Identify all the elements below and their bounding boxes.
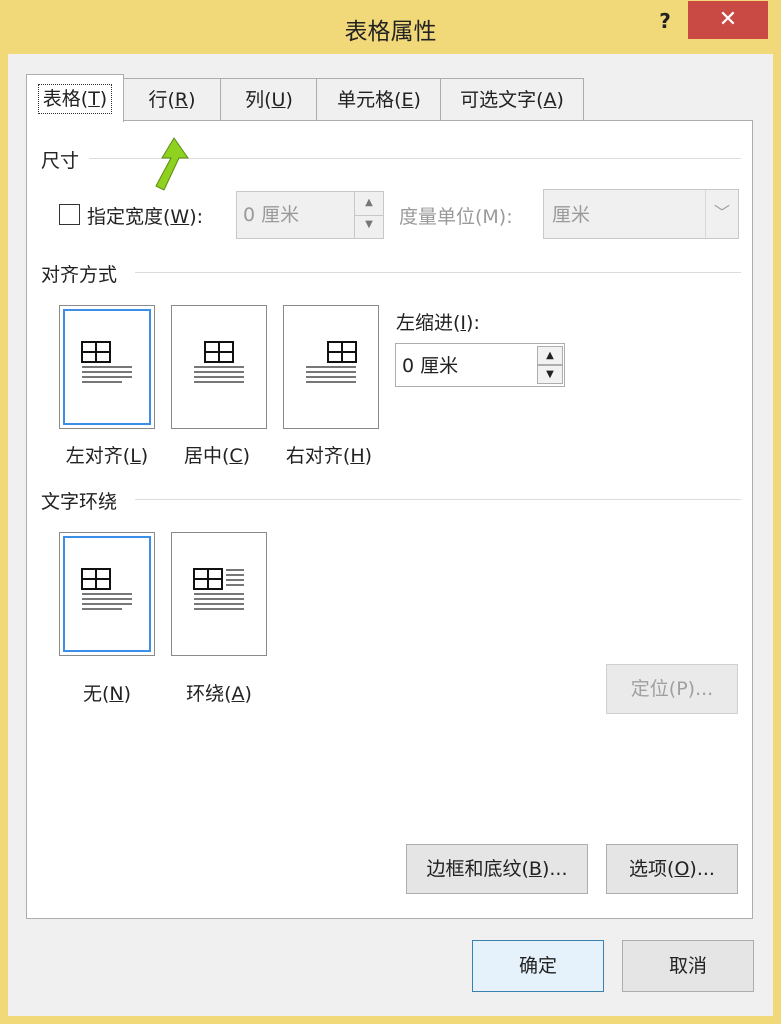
- align-left-label: 左对齐(L): [57, 441, 157, 468]
- align-right-label: 右对齐(H): [279, 441, 379, 468]
- borders-shading-tail: )...: [541, 858, 568, 880]
- tab-column[interactable]: 列(U): [220, 78, 318, 121]
- indent-spin-buttons: ▲ ▼: [536, 344, 564, 386]
- options-label: 选项(: [629, 858, 675, 880]
- preferred-width-label[interactable]: 指定宽度(W):: [87, 202, 203, 229]
- ok-button[interactable]: 确定: [472, 940, 604, 992]
- wrap-none-label-key: N: [109, 683, 124, 705]
- wrap-none-label-text: 无(: [82, 683, 110, 705]
- wrap-around-label-key: A: [231, 683, 245, 705]
- align-left-icon: [81, 341, 132, 383]
- spin-up-icon[interactable]: ▲: [355, 192, 383, 216]
- spin-down-icon[interactable]: ▼: [537, 365, 563, 384]
- align-right-icon: [306, 341, 357, 383]
- wrap-around-icon: [193, 568, 244, 610]
- align-center-label-text: 居中(: [183, 445, 230, 467]
- align-center-label: 居中(C): [167, 441, 267, 468]
- chevron-down-icon[interactable]: ﹀: [705, 190, 738, 238]
- spin-down-icon[interactable]: ▼: [355, 215, 383, 238]
- dialog-window: 表格属性 ? ✕ 表格(T) 行(R) 列(U) 单元格(E) 可选文字(A): [0, 0, 781, 1024]
- tab-table-label: 表格(: [42, 88, 89, 110]
- preferred-width-spinner[interactable]: 0 厘米 ▲ ▼: [236, 191, 384, 239]
- tab-cell[interactable]: 单元格(E): [316, 78, 442, 121]
- align-center-label-tail: ): [242, 445, 251, 467]
- align-left-label-text: 左对齐(: [65, 445, 131, 467]
- borders-shading-label: 边框和底纹(: [426, 858, 529, 880]
- wrap-none-label-tail: ): [123, 683, 132, 705]
- wrapping-divider: [135, 499, 741, 500]
- align-left-option[interactable]: [59, 305, 155, 429]
- measure-in-value: 厘米: [552, 204, 591, 226]
- tab-row-key: R: [174, 89, 189, 111]
- alignment-group-label: 对齐方式: [41, 260, 126, 287]
- align-left-label-tail: ): [140, 445, 149, 467]
- title-bar[interactable]: 表格属性 ? ✕: [0, 0, 781, 54]
- tab-cell-label: 单元格(: [337, 89, 402, 111]
- tab-cell-key: E: [401, 89, 414, 111]
- align-right-label-text: 右对齐(: [285, 445, 351, 467]
- preferred-width-checkbox[interactable]: [59, 204, 80, 225]
- size-group-label: 尺寸: [41, 146, 88, 173]
- align-left-label-key: L: [130, 445, 141, 467]
- wrap-around-option[interactable]: [171, 532, 267, 656]
- cancel-button[interactable]: 取消: [622, 940, 754, 992]
- alignment-divider: [135, 272, 741, 273]
- help-button[interactable]: ?: [650, 6, 680, 36]
- tab-table-key: T: [88, 88, 100, 110]
- measure-in-combo[interactable]: 厘米 ﹀: [543, 189, 739, 239]
- wrap-around-label: 环绕(A): [169, 679, 269, 706]
- green-up-arrow-icon: [155, 137, 189, 191]
- close-icon: ✕: [718, 7, 738, 32]
- align-right-label-tail: ): [364, 445, 373, 467]
- indent-from-left-label-text: 左缩进(: [396, 312, 461, 334]
- tab-column-key: U: [271, 89, 286, 111]
- align-right-option[interactable]: [283, 305, 379, 429]
- tab-cell-tail: ): [413, 89, 421, 111]
- preferred-width-label-text: 指定宽度(: [87, 206, 171, 228]
- preferred-width-value: 0 厘米: [243, 204, 300, 226]
- options-tail: )...: [689, 858, 715, 880]
- dialog-client: 表格(T) 行(R) 列(U) 单元格(E) 可选文字(A) 尺寸 指定宽度(W…: [8, 54, 773, 1016]
- indent-from-left-label-tail: ):: [466, 312, 480, 334]
- preferred-width-label-key: W: [170, 206, 190, 228]
- measure-in-label: 度量单位(M):: [399, 206, 513, 228]
- tab-row[interactable]: 行(R): [122, 78, 222, 121]
- tab-alt-text-tail: ): [556, 89, 564, 111]
- positioning-button[interactable]: 定位(P)...: [606, 664, 738, 714]
- wrap-around-label-text: 环绕(: [186, 683, 232, 705]
- tab-alt-text-label: 可选文字(: [460, 89, 544, 111]
- align-center-icon: [194, 341, 244, 383]
- tab-table-tail: ): [99, 88, 108, 110]
- preferred-width-spin-buttons: ▲ ▼: [354, 192, 383, 238]
- table-tab-panel: 尺寸 指定宽度(W): 0 厘米 ▲ ▼ 度量单位(M): 厘米 ﹀ 对齐方式: [26, 120, 753, 919]
- tab-row-label: 行(: [148, 89, 175, 111]
- borders-shading-button[interactable]: 边框和底纹(B)...: [406, 844, 588, 894]
- wrap-none-icon: [81, 568, 132, 610]
- options-button[interactable]: 选项(O)...: [606, 844, 738, 894]
- align-center-option[interactable]: [171, 305, 267, 429]
- tab-column-label: 列(: [245, 89, 272, 111]
- align-center-label-key: C: [229, 445, 243, 467]
- wrapping-group-label: 文字环绕: [41, 487, 126, 514]
- tab-table[interactable]: 表格(T): [26, 74, 124, 122]
- align-right-label-key: H: [350, 445, 365, 467]
- wrap-around-label-tail: ): [244, 683, 252, 705]
- close-button[interactable]: ✕: [688, 1, 768, 39]
- wrap-none-option[interactable]: [59, 532, 155, 656]
- tab-alt-text-key: A: [543, 89, 557, 111]
- tab-alt-text[interactable]: 可选文字(A): [440, 78, 584, 121]
- options-key: O: [674, 858, 690, 880]
- preferred-width-label-tail: ):: [189, 206, 204, 228]
- spin-up-icon[interactable]: ▲: [537, 346, 563, 365]
- wrap-none-label: 无(N): [57, 679, 157, 706]
- indent-from-left-spinner[interactable]: 0 厘米 ▲ ▼: [395, 343, 565, 387]
- tab-row-tail: ): [188, 89, 196, 111]
- indent-from-left-value[interactable]: 0 厘米: [402, 351, 458, 378]
- borders-shading-key: B: [528, 858, 542, 880]
- tab-column-tail: ): [285, 89, 293, 111]
- indent-from-left-label: 左缩进(I):: [396, 308, 480, 335]
